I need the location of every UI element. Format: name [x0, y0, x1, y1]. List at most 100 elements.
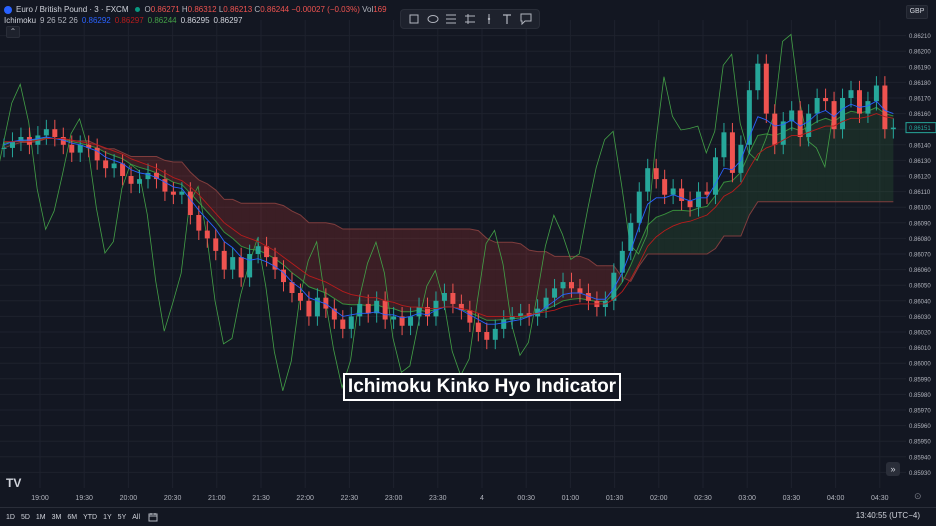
candle-body — [111, 163, 117, 169]
time-tick-label: 19:30 — [75, 495, 93, 502]
candle-body — [306, 300, 312, 317]
symbol-title[interactable]: Euro / British Pound · 3 · FXCM — [16, 4, 128, 15]
time-tick-label: 02:00 — [650, 495, 668, 502]
range-3m-button[interactable]: 3M — [52, 514, 62, 521]
price-tick-label: 0.86090 — [909, 221, 931, 227]
currency-selector[interactable]: GBP — [906, 5, 928, 19]
vertical-line-icon[interactable] — [482, 12, 496, 26]
candle-body — [196, 215, 202, 231]
candle-body — [729, 132, 735, 173]
range-1m-button[interactable]: 1M — [36, 514, 46, 521]
fib-retracement-icon[interactable] — [444, 12, 458, 26]
scroll-to-realtime-button[interactable]: » — [886, 462, 900, 476]
kumo-cloud-segment — [673, 210, 682, 254]
ellipse-icon[interactable] — [426, 12, 440, 26]
chevron-up-icon: ⌃ — [9, 27, 17, 36]
price-tick-label: 0.86110 — [909, 190, 931, 196]
candle-body — [890, 127, 896, 130]
kumo-cloud-segment — [402, 229, 411, 312]
range-5d-button[interactable]: 5D — [21, 514, 30, 521]
candle-body — [179, 191, 185, 195]
price-tick-label: 0.85980 — [909, 393, 931, 399]
calendar-icon[interactable] — [148, 512, 158, 522]
text-icon[interactable] — [500, 12, 514, 26]
change-value: −0.00027 (−0.03%) — [291, 5, 360, 14]
price-tick-label: 0.86040 — [909, 299, 931, 305]
tradingview-logo[interactable]: TV — [6, 476, 21, 490]
candle-body — [77, 144, 83, 153]
price-tick-label: 0.86180 — [909, 81, 931, 87]
price-tick-label: 0.86030 — [909, 315, 931, 321]
kumo-cloud-segment — [520, 243, 530, 318]
candle-body — [687, 200, 693, 208]
price-tick-label: 0.86140 — [909, 143, 931, 149]
time-tick-label: 4 — [480, 495, 484, 502]
kumo-cloud-segment — [376, 229, 386, 308]
price-tick-label: 0.86000 — [909, 362, 931, 368]
open-value: 0.86271 — [150, 5, 180, 14]
kumo-cloud-segment — [164, 160, 174, 183]
price-chart[interactable]: 0.85930 0.85940 0.85950 0.85960 0.85970 0.859… — [0, 0, 936, 526]
candle-body — [221, 250, 227, 270]
candle-body — [187, 191, 193, 215]
candle-body — [52, 129, 58, 137]
callout-icon[interactable] — [519, 12, 533, 26]
close-value: 0.86244 — [260, 5, 290, 14]
candle-body — [509, 316, 515, 320]
axis-settings-icon[interactable]: ⊙ — [914, 491, 922, 502]
current-price-label: 0.86151 — [909, 126, 931, 132]
kumo-cloud-segment — [664, 210, 674, 254]
kumo-cloud-segment — [486, 238, 496, 321]
collapse-legend-button[interactable]: ⌃ — [6, 26, 20, 38]
symbol-logo-icon — [4, 5, 12, 14]
candle-body — [611, 272, 617, 301]
candle-body — [873, 85, 879, 102]
candle-body — [238, 257, 244, 278]
candle-body — [797, 110, 803, 137]
time-tick-label: 01:30 — [606, 495, 624, 502]
kumo-cloud-segment — [241, 203, 250, 250]
rectangle-icon[interactable] — [407, 12, 421, 26]
range-ytd-button[interactable]: YTD — [83, 514, 97, 521]
price-tick-label: 0.85930 — [909, 471, 931, 477]
kumo-cloud-segment — [385, 229, 394, 309]
kumo-cloud-segment — [368, 229, 377, 306]
candle-body — [645, 168, 651, 192]
candle-body — [255, 246, 261, 254]
candle-body — [120, 163, 126, 176]
range-all-button[interactable]: All — [132, 514, 140, 521]
kumo-cloud-segment — [512, 242, 521, 319]
time-tick-label: 04:30 — [871, 495, 889, 502]
candle-body — [840, 98, 846, 130]
kumo-cloud-segment — [596, 265, 606, 302]
candle-body — [577, 288, 583, 293]
candle-body — [230, 257, 236, 270]
candle-body — [297, 293, 303, 301]
price-tick-label: 0.85940 — [909, 455, 931, 461]
kumo-cloud-segment — [681, 210, 691, 254]
range-1d-button[interactable]: 1D — [6, 514, 15, 521]
kumo-cloud-segment — [410, 229, 420, 312]
kumo-cloud-segment — [461, 229, 470, 313]
range-1y-button[interactable]: 1Y — [103, 514, 112, 521]
price-tick-label: 0.86070 — [909, 253, 931, 259]
clock-timezone[interactable]: 13:40:55 (UTC−4) — [856, 511, 920, 520]
range-5y-button[interactable]: 5Y — [118, 514, 127, 521]
time-tick-label: 21:00 — [208, 495, 226, 502]
candle-body — [247, 254, 253, 278]
indicator-name[interactable]: Ichimoku — [4, 15, 36, 26]
indicator-row[interactable]: Ichimoku 9 26 52 26 0.86292 0.86297 0.86… — [4, 15, 387, 26]
candle-body — [560, 282, 566, 289]
candle-body — [264, 246, 270, 258]
candle-body — [721, 132, 727, 158]
price-tick-label: 0.86010 — [909, 346, 931, 352]
candle-body — [365, 303, 371, 314]
candle-body — [94, 147, 100, 161]
time-tick-label: 04:00 — [827, 495, 845, 502]
range-6m-button[interactable]: 6M — [67, 514, 77, 521]
gann-icon[interactable] — [463, 12, 477, 26]
candle-body — [501, 319, 507, 329]
kumo-cloud-segment — [867, 107, 877, 202]
candle-body — [755, 63, 761, 91]
candle-body — [103, 160, 109, 169]
